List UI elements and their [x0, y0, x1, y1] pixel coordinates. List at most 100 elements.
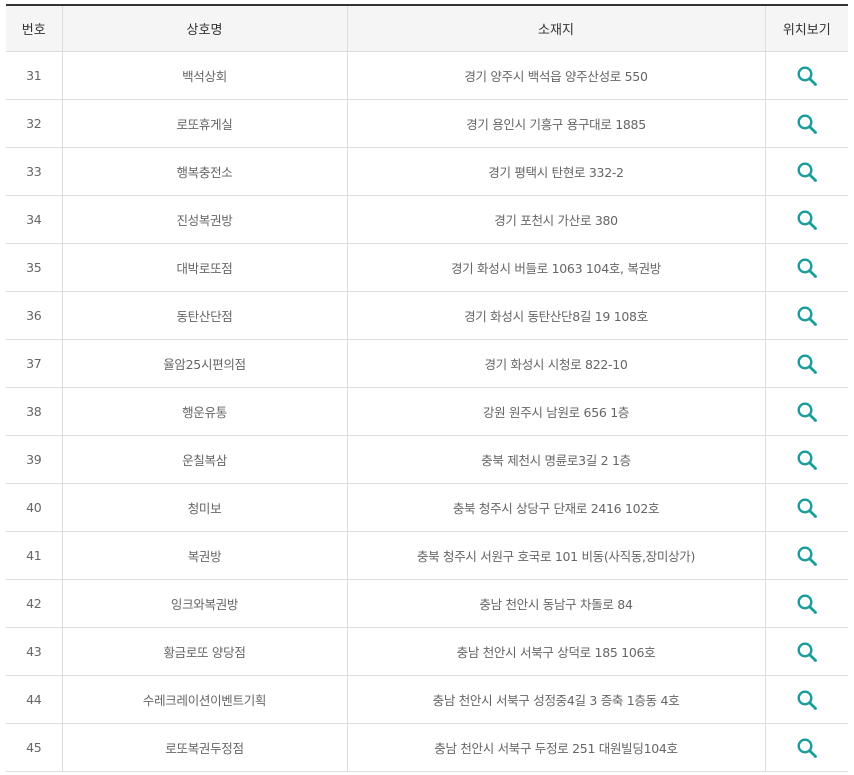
table-row: 36 동탄산단점 경기 화성시 동탄산단8길 19 108호 — [6, 291, 848, 340]
view-location-button[interactable] — [796, 209, 818, 231]
row-store-name: 잉크와복권방 — [62, 579, 348, 628]
header-store-name: 상호명 — [62, 5, 348, 52]
view-location-button[interactable] — [796, 257, 818, 279]
row-address: 경기 화성시 동탄산단8길 19 108호 — [347, 291, 766, 340]
row-location-cell — [765, 435, 848, 484]
view-location-button[interactable] — [796, 545, 818, 567]
view-location-button[interactable] — [796, 737, 818, 759]
row-location-cell — [765, 243, 848, 292]
search-icon — [797, 209, 817, 230]
row-address: 경기 평택시 탄현로 332-2 — [347, 147, 766, 196]
search-icon — [797, 257, 817, 278]
search-icon — [797, 593, 817, 614]
search-icon — [797, 689, 817, 710]
row-number: 39 — [6, 435, 63, 484]
table-header: 번호 상호명 소재지 위치보기 — [6, 5, 848, 52]
row-address: 충북 제천시 명륜로3길 2 1층 — [347, 435, 766, 484]
row-number: 34 — [6, 195, 63, 244]
row-number: 43 — [6, 627, 63, 676]
row-store-name: 운칠복삼 — [62, 435, 348, 484]
row-location-cell — [765, 195, 848, 244]
row-location-cell — [765, 579, 848, 628]
row-number: 42 — [6, 579, 63, 628]
row-number: 36 — [6, 291, 63, 340]
view-location-button[interactable] — [796, 161, 818, 183]
row-number: 45 — [6, 723, 63, 772]
view-location-button[interactable] — [796, 689, 818, 711]
row-number: 32 — [6, 99, 63, 148]
search-icon — [797, 737, 817, 758]
row-store-name: 율암25시편의점 — [62, 339, 348, 388]
view-location-button[interactable] — [796, 305, 818, 327]
row-store-name: 백석상회 — [62, 51, 348, 100]
search-icon — [797, 641, 817, 662]
table-row: 34 진성복권방 경기 포천시 가산로 380 — [6, 195, 848, 244]
view-location-button[interactable] — [796, 401, 818, 423]
header-address: 소재지 — [347, 5, 766, 52]
view-location-button[interactable] — [796, 497, 818, 519]
row-store-name: 행복충전소 — [62, 147, 348, 196]
row-store-name: 복권방 — [62, 531, 348, 580]
view-location-button[interactable] — [796, 449, 818, 471]
table-row: 42 잉크와복권방 충남 천안시 동남구 차돌로 84 — [6, 579, 848, 628]
row-address: 경기 포천시 가산로 380 — [347, 195, 766, 244]
row-store-name: 대박로또점 — [62, 243, 348, 292]
table-row: 32 로또휴게실 경기 용인시 기흥구 용구대로 1885 — [6, 99, 848, 148]
header-row: 번호 상호명 소재지 위치보기 — [6, 5, 848, 52]
row-location-cell — [765, 339, 848, 388]
table-row: 45 로또복권두정점 충남 천안시 서북구 두정로 251 대원빌딩104호 — [6, 723, 848, 772]
search-icon — [797, 65, 817, 86]
row-location-cell — [765, 99, 848, 148]
view-location-button[interactable] — [796, 353, 818, 375]
table-row: 39 운칠복삼 충북 제천시 명륜로3길 2 1층 — [6, 435, 848, 484]
search-icon — [797, 545, 817, 566]
store-table: 번호 상호명 소재지 위치보기 31 백석상회 경기 양주시 백석읍 양주산성로… — [6, 4, 848, 772]
row-location-cell — [765, 531, 848, 580]
row-address: 경기 화성시 버들로 1063 104호, 복권방 — [347, 243, 766, 292]
row-number: 35 — [6, 243, 63, 292]
row-number: 33 — [6, 147, 63, 196]
table-row: 37 율암25시편의점 경기 화성시 시청로 822-10 — [6, 339, 848, 388]
table-row: 40 청미보 충북 청주시 상당구 단재로 2416 102호 — [6, 483, 848, 532]
header-number: 번호 — [6, 5, 63, 52]
row-store-name: 행운유통 — [62, 387, 348, 436]
search-icon — [797, 497, 817, 518]
search-icon — [797, 113, 817, 134]
header-location: 위치보기 — [765, 5, 848, 52]
row-number: 38 — [6, 387, 63, 436]
search-icon — [797, 449, 817, 470]
view-location-button[interactable] — [796, 113, 818, 135]
row-location-cell — [765, 51, 848, 100]
row-number: 40 — [6, 483, 63, 532]
row-store-name: 수레크레이션이벤트기획 — [62, 675, 348, 724]
row-location-cell — [765, 147, 848, 196]
row-address: 충남 천안시 동남구 차돌로 84 — [347, 579, 766, 628]
row-location-cell — [765, 675, 848, 724]
row-address: 경기 양주시 백석읍 양주산성로 550 — [347, 51, 766, 100]
row-address: 충북 청주시 상당구 단재로 2416 102호 — [347, 483, 766, 532]
table-row: 33 행복충전소 경기 평택시 탄현로 332-2 — [6, 147, 848, 196]
row-store-name: 황금로또 양당점 — [62, 627, 348, 676]
row-store-name: 진성복권방 — [62, 195, 348, 244]
search-icon — [797, 353, 817, 374]
row-address: 충북 청주시 서원구 호국로 101 비동(사직동,장미상가) — [347, 531, 766, 580]
row-store-name: 청미보 — [62, 483, 348, 532]
row-address: 강원 원주시 남원로 656 1층 — [347, 387, 766, 436]
row-number: 37 — [6, 339, 63, 388]
row-location-cell — [765, 627, 848, 676]
row-store-name: 동탄산단점 — [62, 291, 348, 340]
row-address: 경기 화성시 시청로 822-10 — [347, 339, 766, 388]
search-icon — [797, 401, 817, 422]
row-store-name: 로또휴게실 — [62, 99, 348, 148]
row-location-cell — [765, 387, 848, 436]
row-address: 충남 천안시 서북구 두정로 251 대원빌딩104호 — [347, 723, 766, 772]
view-location-button[interactable] — [796, 65, 818, 87]
view-location-button[interactable] — [796, 641, 818, 663]
row-store-name: 로또복권두정점 — [62, 723, 348, 772]
table-row: 44 수레크레이션이벤트기획 충남 천안시 서북구 성정중4길 3 증축 1층동… — [6, 675, 848, 724]
table-row: 41 복권방 충북 청주시 서원구 호국로 101 비동(사직동,장미상가) — [6, 531, 848, 580]
search-icon — [797, 305, 817, 326]
store-list-container: 번호 상호명 소재지 위치보기 31 백석상회 경기 양주시 백석읍 양주산성로… — [0, 0, 854, 772]
table-row: 31 백석상회 경기 양주시 백석읍 양주산성로 550 — [6, 51, 848, 100]
view-location-button[interactable] — [796, 593, 818, 615]
